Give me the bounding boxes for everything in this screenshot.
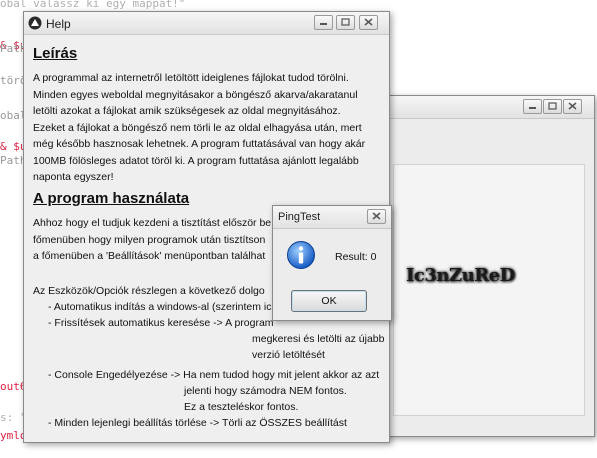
option-item-continued: verzió letöltését (252, 349, 325, 361)
result-message: Result: 0 (335, 251, 377, 263)
maximize-button[interactable] (336, 15, 355, 30)
minimize-button[interactable] (314, 15, 333, 30)
maximize-icon (341, 18, 350, 26)
section-heading: A program használata (33, 190, 190, 207)
close-button[interactable] (563, 99, 582, 114)
options-intro: Az Eszközök/Opciók részlegen a következő… (33, 285, 265, 297)
background-app-window: Ic3nZuReD (378, 95, 595, 437)
help-window-titlebar[interactable]: Help (24, 12, 389, 35)
section-heading: Leírás (33, 45, 78, 62)
text-line: letölti azokat a fájlokat amik szükséges… (33, 105, 341, 117)
app-logo: Ic3nZuReD (406, 265, 515, 286)
option-item: - Frissítések automatikus keresése -> A … (48, 317, 274, 329)
close-icon (372, 212, 381, 220)
text-line: Ezeket a fájlokat a böngésző nem törli l… (33, 121, 362, 134)
option-item-continued: Ez a teszteléskor fontos. (184, 401, 299, 413)
minimize-button[interactable] (523, 99, 542, 114)
text-line: 100MB fölösleges adatot töröl ki. A prog… (33, 154, 359, 167)
window-title: Help (46, 17, 71, 31)
text-line: Minden egyes weboldal megnyitásakor a bö… (33, 88, 358, 101)
maximize-button[interactable] (543, 99, 562, 114)
close-icon (568, 102, 577, 110)
dialog-titlebar[interactable]: PingTest (273, 206, 391, 229)
option-item: - Console Engedélyezése -> Ha nem tudod … (48, 369, 380, 381)
close-button[interactable] (359, 15, 378, 30)
maximize-icon (548, 102, 557, 110)
option-item: - Minden lejenlegi beállítás törlése -> … (48, 417, 347, 429)
ok-button[interactable]: OK (291, 290, 367, 312)
logo-panel: Ic3nZuReD (393, 164, 585, 416)
text-line: naponta egyszer! (33, 171, 114, 183)
close-icon (364, 18, 373, 26)
code-line: obal válassz ki egy mappát!" (0, 0, 186, 10)
minimize-icon (320, 23, 327, 25)
close-button[interactable] (367, 209, 386, 224)
option-item-continued: jelenti hogy számodra NEM fontos. (184, 385, 347, 397)
option-item-continued: megkeresi és letölti az újabb (252, 333, 385, 345)
dialog-title: PingTest (278, 211, 321, 223)
info-icon (287, 241, 315, 269)
app-icon (28, 16, 42, 30)
minimize-icon (529, 107, 536, 109)
text-line: A programmal az internetről letöltött id… (33, 72, 349, 84)
option-item: - Automatikus indítás a windows-al (szer… (48, 301, 272, 313)
pingtest-dialog: PingTest Result: 0 OK (272, 205, 392, 321)
background-window-titlebar[interactable] (379, 96, 594, 119)
description-paragraph: A programmal az internetről letöltött id… (33, 70, 375, 186)
text-line: még később hasznosak lehetnek. A program… (33, 138, 366, 150)
